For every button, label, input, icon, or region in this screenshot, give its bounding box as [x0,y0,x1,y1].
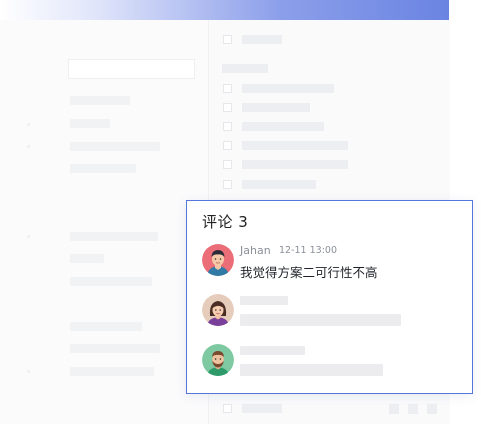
task-item[interactable] [242,180,316,189]
task-item[interactable] [242,141,348,150]
woman-purple-avatar[interactable] [202,294,234,326]
left-sidebar [0,20,208,424]
checkbox[interactable] [223,84,232,93]
section-title [222,64,268,73]
task-item[interactable] [242,160,348,169]
header-bar [0,0,449,20]
task-item[interactable] [242,103,310,112]
checkbox[interactable] [223,103,232,112]
checkbox[interactable] [223,35,232,44]
checkbox[interactable] [223,180,232,189]
sidebar-item[interactable] [70,119,110,128]
footer-icon[interactable] [408,404,418,414]
comment-author-placeholder [240,346,305,355]
sidebar-bullet-icon [27,145,30,148]
comment-text-placeholder [240,314,401,326]
sidebar-bullet-icon [27,123,30,126]
comment-text-placeholder [240,364,383,376]
task-item[interactable] [242,84,334,93]
task-header [242,35,282,44]
sidebar-bullet-icon [27,370,30,373]
man-blue-shirt-avatar[interactable] [202,244,234,276]
comment-author-placeholder [240,296,288,305]
sidebar-item[interactable] [70,254,104,263]
sidebar-bullet-icon [27,235,30,238]
footer-icon[interactable] [427,404,437,414]
sidebar-item[interactable] [70,232,158,241]
search-input[interactable] [68,59,195,79]
comments-dialog: 评论 3 Jahan 12-11 13:00 我觉得方案二可行性不高 [186,200,473,394]
checkbox[interactable] [223,404,232,413]
footer-icon[interactable] [389,404,399,414]
bearded-man-green-avatar[interactable] [202,344,234,376]
task-item[interactable] [242,122,324,131]
sidebar-item[interactable] [70,96,130,105]
comment-text: 我觉得方案二可行性不高 [240,265,378,280]
checkbox[interactable] [223,141,232,150]
checkbox[interactable] [223,122,232,131]
footer-label [242,404,282,413]
sidebar-item[interactable] [70,277,152,286]
app-window: 评论 3 Jahan 12-11 13:00 我觉得方案二可行性不高 [0,0,481,424]
comment-timestamp: 12-11 13:00 [279,245,338,256]
sidebar-item[interactable] [70,164,136,173]
sidebar-item[interactable] [70,322,142,331]
sidebar-item[interactable] [70,367,154,376]
sidebar-item[interactable] [70,344,160,353]
dialog-title: 评论 3 [202,213,249,231]
checkbox[interactable] [223,160,232,169]
comment-author[interactable]: Jahan [240,244,271,257]
sidebar-item[interactable] [70,142,160,151]
